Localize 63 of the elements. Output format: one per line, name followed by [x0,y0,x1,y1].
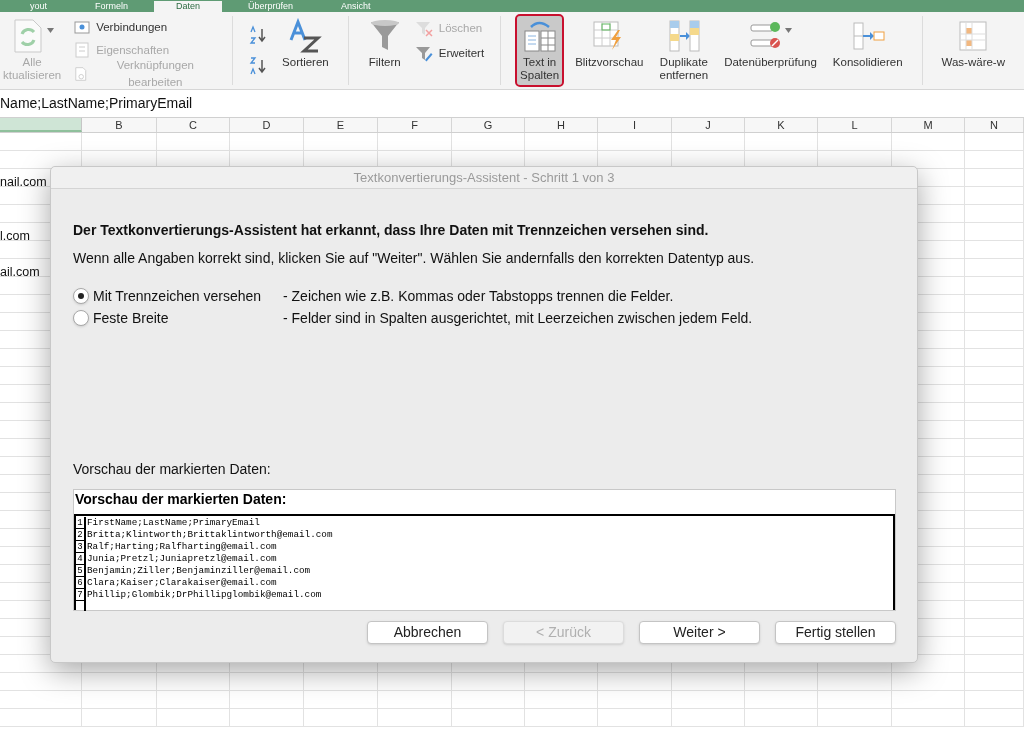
preview-line: Phillip;Glombik;DrPhillipglombik@email.com [86,589,322,601]
column-header[interactable]: L [818,118,892,132]
preview-label: Vorschau der markierten Daten: [73,460,272,479]
column-header[interactable]: J [672,118,745,132]
ribbon-small-button[interactable]: Verbindungen [74,18,217,38]
column-header[interactable]: C [157,118,230,132]
remove-duplicates-icon [666,18,701,54]
column-header[interactable]: D [230,118,304,132]
option-description: - Zeichen wie z.B. Kommas oder Tabstopps trennen die Felder. [283,286,674,306]
dropdown-caret-icon [46,28,54,33]
preview-line: Junia;Pretzl;Juniapretzl@email.com [86,553,277,565]
dialog-title: Textkonvertierungs-Assistent - Schritt 1 von 3 [353,168,615,187]
ribbon-button[interactable]: Sortieren [279,16,332,85]
column-header[interactable]: I [598,118,672,132]
cell-text: nail.com [0,175,47,189]
line-number: 5 [76,565,86,577]
column-header[interactable]: H [525,118,598,132]
column-header[interactable]: G [452,118,525,132]
cell-text: l.com [0,229,30,243]
ribbon-small-button[interactable]: Erweitert [414,43,485,65]
advanced-filter-icon [414,46,433,62]
ribbon-button[interactable]: Datenüberprüfung [721,16,820,85]
dialog-heading: Der Textkonvertierungs-Assistent hat erkannt, dass Ihre Daten mit Trennzeichen versehen sind. [73,221,710,239]
dialog-button[interactable]: Weiter > [639,621,760,644]
cell-text: ail.com [0,265,40,279]
preview-title: Vorschau der markierten Daten: [74,490,288,509]
column-header[interactable]: M [892,118,965,132]
line-number: 7 [76,589,86,601]
line-number: 6 [76,577,86,589]
clear-filter-icon [414,21,433,37]
ribbon-button[interactable]: Filtern [364,16,405,85]
line-number: 1 [76,517,86,529]
preview-line: Ralf;Harting;Ralfharting@email.com [86,541,277,553]
line-number: 3 [76,541,86,553]
radio-option[interactable]: Mit Trennzeichen versehen [73,285,283,307]
line-number: 2 [76,529,86,541]
preview-line: Britta;Klintworth;Brittaklintworth@email.com [86,529,333,541]
ribbon-button[interactable]: Konsolidieren [829,16,906,85]
ribbon-button[interactable]: Was-wäre-w [938,16,1008,85]
ribbon-button[interactable]: Text in Spalten [517,16,563,85]
ribbon-button[interactable]: Blitzvorschau [572,16,647,85]
column-header[interactable]: F [378,118,452,132]
sort-az-icon [288,18,323,54]
preview-line: Benjamin;Ziller;Benjaminziller@email.com [86,565,311,577]
line-number: 4 [76,553,86,565]
link-document-icon [74,66,89,82]
dialog-button[interactable]: Fertig stellen [775,621,896,644]
dropdown-caret-icon [785,28,792,33]
column-header[interactable]: K [745,118,818,132]
dialog-instruction: Wenn alle Angaben korrekt sind, klicken Sie auf "Weiter". Wählen Sie andernfalls den korrekten Datentyp aus. [73,249,756,267]
connection-icon [74,19,91,36]
preview-line: Clara;Kaiser;Clarakaiser@email.com [86,577,277,589]
formula-bar-text[interactable]: Name;LastName;PrimaryEmail [0,93,193,114]
column-header[interactable]: B [82,118,157,132]
dialog-button[interactable]: Abbrechen [367,621,488,644]
ribbon-button[interactable]: Duplikate entfernen [656,16,712,85]
preview-line: FirstName;LastName;PrimaryEmail [86,517,260,529]
option-description: - Felder sind in Spalten ausgerichtet, mit Leerzeichen zwischen jedem Feld. [283,308,753,328]
ribbon-tab[interactable]: Daten [154,1,223,12]
properties-icon [74,42,91,59]
column-header[interactable]: N [965,118,1024,132]
radio-option[interactable]: Feste Breite [73,307,283,329]
column-header[interactable]: E [304,118,378,132]
